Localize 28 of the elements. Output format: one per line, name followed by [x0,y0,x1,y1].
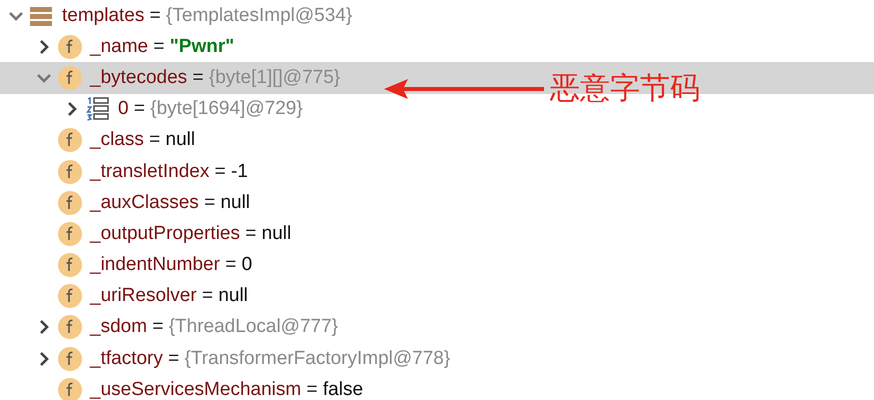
field-icon [58,160,82,184]
arrow-icon [384,76,544,100]
field-icon [58,253,82,278]
variable-label: _name = "Pwnr" [90,36,234,58]
variable-label: _sdom = {ThreadLocal@777} [90,316,338,338]
variable-label: _indentNumber = 0 [90,254,252,276]
field-icon [58,128,82,152]
variable-label: _useServicesMechanism = false [90,378,364,400]
field-icon [58,346,82,371]
numbered-list-icon [86,97,110,122]
field-icon [58,190,82,215]
field-icon [58,315,82,340]
variable-label: _tfactory = {TransformerFactoryImpl@778} [90,348,450,370]
variable-label: _uriResolver = null [90,285,248,308]
variable-label: _auxClasses = null [90,192,250,214]
field-icon [58,66,82,90]
field-icon [58,222,82,246]
variable-label: _class = null [90,129,196,152]
variable-label: _bytecodes = {byte[1][]@775} [90,66,340,89]
field-icon [58,34,82,59]
annotation-text: 恶意字节码 [550,70,700,108]
field-icon [58,284,82,308]
variable-label: 0 = {byte[1694]@729} [118,98,303,120]
variable-label: _transletIndex = -1 [90,160,248,183]
variable-label: _outputProperties = null [90,222,292,245]
stack-icon [30,6,52,26]
field-icon [58,378,82,400]
variable-label: templates = {TemplatesImpl@534} [62,4,352,27]
